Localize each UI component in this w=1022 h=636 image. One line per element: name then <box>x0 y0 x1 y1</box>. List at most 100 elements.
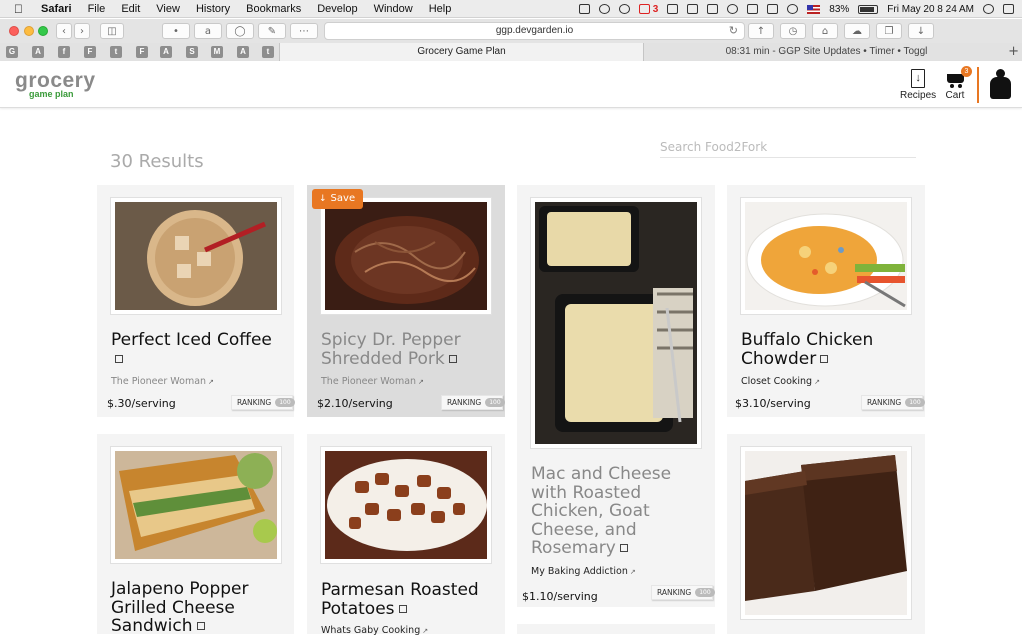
menu-view[interactable]: View <box>156 3 180 15</box>
menu-history[interactable]: History <box>196 3 230 15</box>
iced-coffee-image <box>115 202 277 310</box>
time-machine-icon[interactable] <box>727 4 739 14</box>
menu-file[interactable]: File <box>88 3 106 15</box>
recipe-photo-dr-pepper-pork[interactable] <box>320 197 492 315</box>
favorite-s-icon[interactable]: S <box>186 46 198 58</box>
favorite-f-icon[interactable]: F <box>84 46 96 58</box>
sync-icon[interactable] <box>618 4 630 14</box>
shredded-pork-image <box>325 202 487 310</box>
history-icon[interactable]: ◷ <box>780 23 806 39</box>
wifi-icon[interactable] <box>787 4 799 14</box>
recipe-title-parmesan-potatoes[interactable]: Parmesan Roasted Potatoes <box>321 581 501 618</box>
dropbox-icon[interactable] <box>578 4 590 14</box>
recipe-source-parmesan-potatoes[interactable]: Whats Gaby Cooking ↗ <box>321 625 428 636</box>
cloud-icon[interactable]: ☁ <box>844 23 870 39</box>
favorite-f2-icon[interactable]: F <box>136 46 148 58</box>
extension-icon[interactable]: • <box>162 23 190 39</box>
recipe-source-mac-and-cheese[interactable]: My Baking Addiction ↗ <box>531 566 636 577</box>
external-link-icon: ↗ <box>208 378 214 386</box>
cart-count-badge: 3 <box>961 66 972 77</box>
external-link-icon[interactable] <box>115 354 123 363</box>
recipes-nav-button[interactable]: ↓ Recipes <box>900 67 936 101</box>
bluetooth-icon[interactable] <box>747 4 759 14</box>
minimize-window-button[interactable] <box>24 26 34 36</box>
grid-icon[interactable]: ⋯ <box>290 23 318 39</box>
apple-icon[interactable]:  <box>14 2 23 16</box>
fullscreen-window-button[interactable] <box>38 26 48 36</box>
reload-icon[interactable]: ↻ <box>729 23 738 39</box>
macos-menubar:  Safari File Edit View History Bookmark… <box>0 0 1022 18</box>
address-bar[interactable]: ggp.devgarden.io ↻ <box>324 22 745 40</box>
menu-bookmarks[interactable]: Bookmarks <box>246 3 301 15</box>
forward-button[interactable]: › <box>74 23 90 39</box>
app-icon[interactable] <box>667 4 679 14</box>
recipe-photo-iced-coffee[interactable] <box>110 197 282 315</box>
user-icon[interactable] <box>990 69 1011 99</box>
drive-icon[interactable] <box>598 4 610 14</box>
recipe-title-jalapeno-popper[interactable]: Jalapeno Popper Grilled Cheese Sandwich <box>111 580 289 636</box>
search-input[interactable] <box>660 136 916 158</box>
cart-nav-button[interactable]: 3 Cart <box>944 66 972 101</box>
recipe-price-buffalo-chowder: $3.10/serving <box>735 397 811 410</box>
cart-icon: 3 <box>944 66 972 88</box>
sidebar-icon[interactable]: ◫ <box>100 23 124 39</box>
favorite-a2-icon[interactable]: A <box>160 46 172 58</box>
share-icon[interactable]: ↑ <box>748 23 774 39</box>
recipe-price-mac-and-cheese: $1.10/serving <box>522 590 598 603</box>
external-link-icon[interactable] <box>820 354 829 363</box>
volume-icon[interactable] <box>767 4 779 14</box>
display-icon[interactable] <box>687 4 699 14</box>
favorite-a3-icon[interactable]: A <box>237 46 249 58</box>
menu-app[interactable]: Safari <box>41 3 72 15</box>
recipe-source-iced-coffee[interactable]: The Pioneer Woman ↗ <box>111 376 214 387</box>
recipe-title-buffalo-chowder[interactable]: Buffalo Chicken Chowder <box>741 331 921 368</box>
mail-icon[interactable] <box>638 4 650 14</box>
recipe-title-mac-and-cheese[interactable]: Mac and Cheese with Roasted Chicken, Goa… <box>531 465 711 558</box>
favorite-google-icon[interactable]: G <box>6 46 18 58</box>
notification-center-icon[interactable] <box>1003 4 1014 14</box>
save-button[interactable]: ↓ Save <box>312 189 363 209</box>
favorite-trello-icon[interactable]: t <box>262 46 274 58</box>
grocery-game-plan-logo[interactable]: grocery game plan <box>15 69 96 99</box>
tab-toggl[interactable]: 08:31 min - GGP Site Updates • Timer • T… <box>644 43 1009 61</box>
external-link-icon[interactable] <box>196 622 205 630</box>
clock[interactable]: Fri May 20 8 24 AM <box>887 4 974 15</box>
grilled-cheese-image <box>115 451 277 559</box>
recipe-photo-buffalo-chowder[interactable] <box>740 197 912 315</box>
recipe-source-buffalo-chowder[interactable]: Closet Cooking ↗ <box>741 376 820 387</box>
favorite-twitter-icon[interactable]: t <box>110 46 122 58</box>
favorite-m-icon[interactable]: M <box>211 46 223 58</box>
external-link-icon[interactable] <box>448 354 457 363</box>
flag-icon[interactable] <box>807 4 821 14</box>
recipe-photo-brownies[interactable] <box>740 446 912 620</box>
onepassword-icon[interactable]: ◯ <box>226 23 254 39</box>
recipe-photo-jalapeno-popper[interactable] <box>110 446 282 564</box>
recipe-photo-mac-and-cheese[interactable] <box>530 197 702 449</box>
menu-develop[interactable]: Develop <box>317 3 357 15</box>
brownies-image <box>745 451 907 615</box>
menu-edit[interactable]: Edit <box>121 3 140 15</box>
back-button[interactable]: ‹ <box>56 23 72 39</box>
favorite-a-icon[interactable]: A <box>32 46 44 58</box>
note-icon[interactable]: ✎ <box>258 23 286 39</box>
home-icon[interactable]: ⌂ <box>812 23 838 39</box>
tabs-icon[interactable]: ❐ <box>876 23 902 39</box>
recipe-title-iced-coffee[interactable]: Perfect Iced Coffee <box>111 331 289 368</box>
new-tab-icon[interactable]: + <box>1008 44 1019 59</box>
recipe-card-partial[interactable] <box>517 624 715 634</box>
spotlight-icon[interactable] <box>983 4 994 14</box>
battery-icon[interactable] <box>858 4 879 14</box>
close-window-button[interactable] <box>9 26 19 36</box>
tab-grocery-game-plan[interactable]: Grocery Game Plan <box>279 43 644 61</box>
amazon-icon[interactable]: a <box>194 23 222 39</box>
recipe-title-dr-pepper-pork[interactable]: Spicy Dr. Pepper Shredded Pork <box>321 331 501 368</box>
menu-help[interactable]: Help <box>429 3 452 15</box>
lock-icon[interactable] <box>707 4 719 14</box>
favorite-facebook-icon[interactable]: f <box>58 46 70 58</box>
external-link-icon[interactable] <box>398 604 407 613</box>
external-link-icon[interactable] <box>619 544 628 552</box>
downloads-icon[interactable]: ↓ <box>908 23 934 39</box>
recipe-source-dr-pepper-pork[interactable]: The Pioneer Woman ↗ <box>321 376 424 387</box>
recipe-photo-parmesan-potatoes[interactable] <box>320 446 492 564</box>
menu-window[interactable]: Window <box>374 3 413 15</box>
